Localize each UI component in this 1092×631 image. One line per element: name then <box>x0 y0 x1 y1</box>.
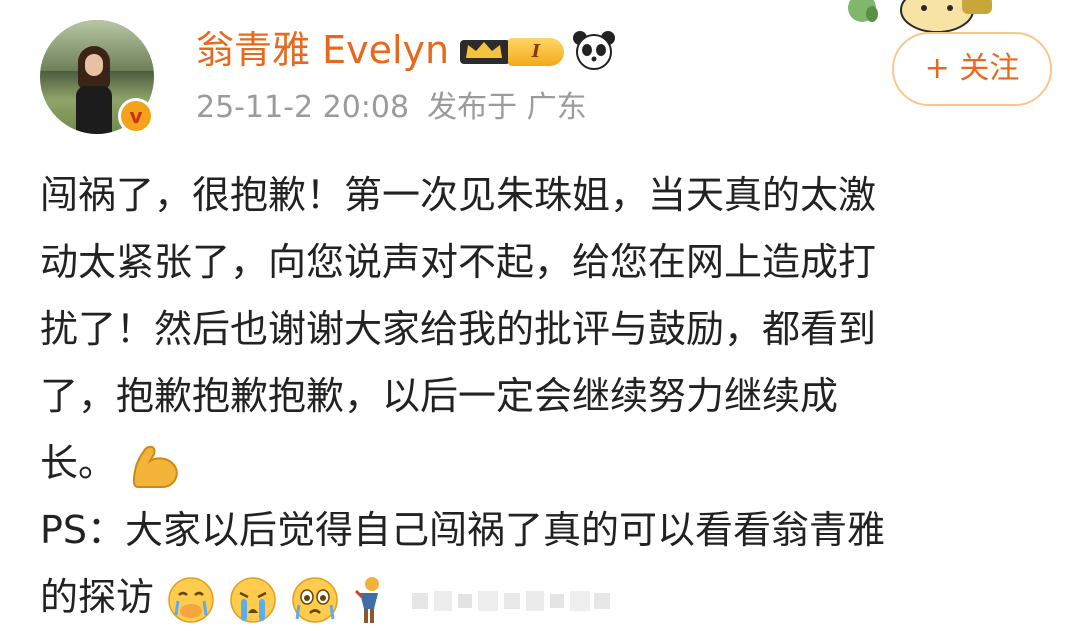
post-line: 扰了！然后也谢谢大家给我的批评与鼓励，都看到 <box>40 307 877 351</box>
post-line: 的探访 <box>40 575 155 619</box>
post-time: 25-11-2 20:08 <box>196 90 410 125</box>
post-line: 动太紧张了，向您说声对不起，给您在网上造成打 <box>40 240 877 284</box>
flexed-biceps-emoji-icon <box>133 445 178 488</box>
username[interactable]: 翁青雅 Evelyn <box>196 26 449 74</box>
post-line-with-emoji: 长。 <box>40 430 1050 497</box>
person-emoji-icon <box>355 576 380 623</box>
post-line: 长。 <box>40 441 117 485</box>
verified-badge-icon: v <box>118 98 154 134</box>
loudly-crying-emoji-icon <box>230 576 276 623</box>
crown-icon <box>460 40 510 64</box>
level-badge: I <box>508 38 564 66</box>
follow-button[interactable]: + 关注 <box>892 32 1052 106</box>
post-line: 了，抱歉抱歉抱歉，以后一定会继续努力继续成 <box>40 374 839 418</box>
post-line: PS：大家以后觉得自己闯祸了真的可以看看翁青雅 <box>40 508 886 552</box>
crying-face-hand-emoji-icon <box>168 576 214 623</box>
post-line-with-emoji: 的探访 <box>40 564 1050 631</box>
blurred-watermark-icon <box>412 590 611 611</box>
post-line: 闯祸了，很抱歉！第一次见朱珠姐，当天真的太激 <box>40 173 877 217</box>
post-meta: 25-11-2 20:08 发布于 广东 <box>196 86 587 130</box>
post-location: 发布于 广东 <box>427 90 587 125</box>
panda-icon <box>573 31 615 70</box>
post-content: 闯祸了，很抱歉！第一次见朱珠姐，当天真的太激 动太紧张了，向您说声对不起，给您在… <box>40 162 1050 631</box>
teary-face-emoji-icon <box>292 576 339 623</box>
